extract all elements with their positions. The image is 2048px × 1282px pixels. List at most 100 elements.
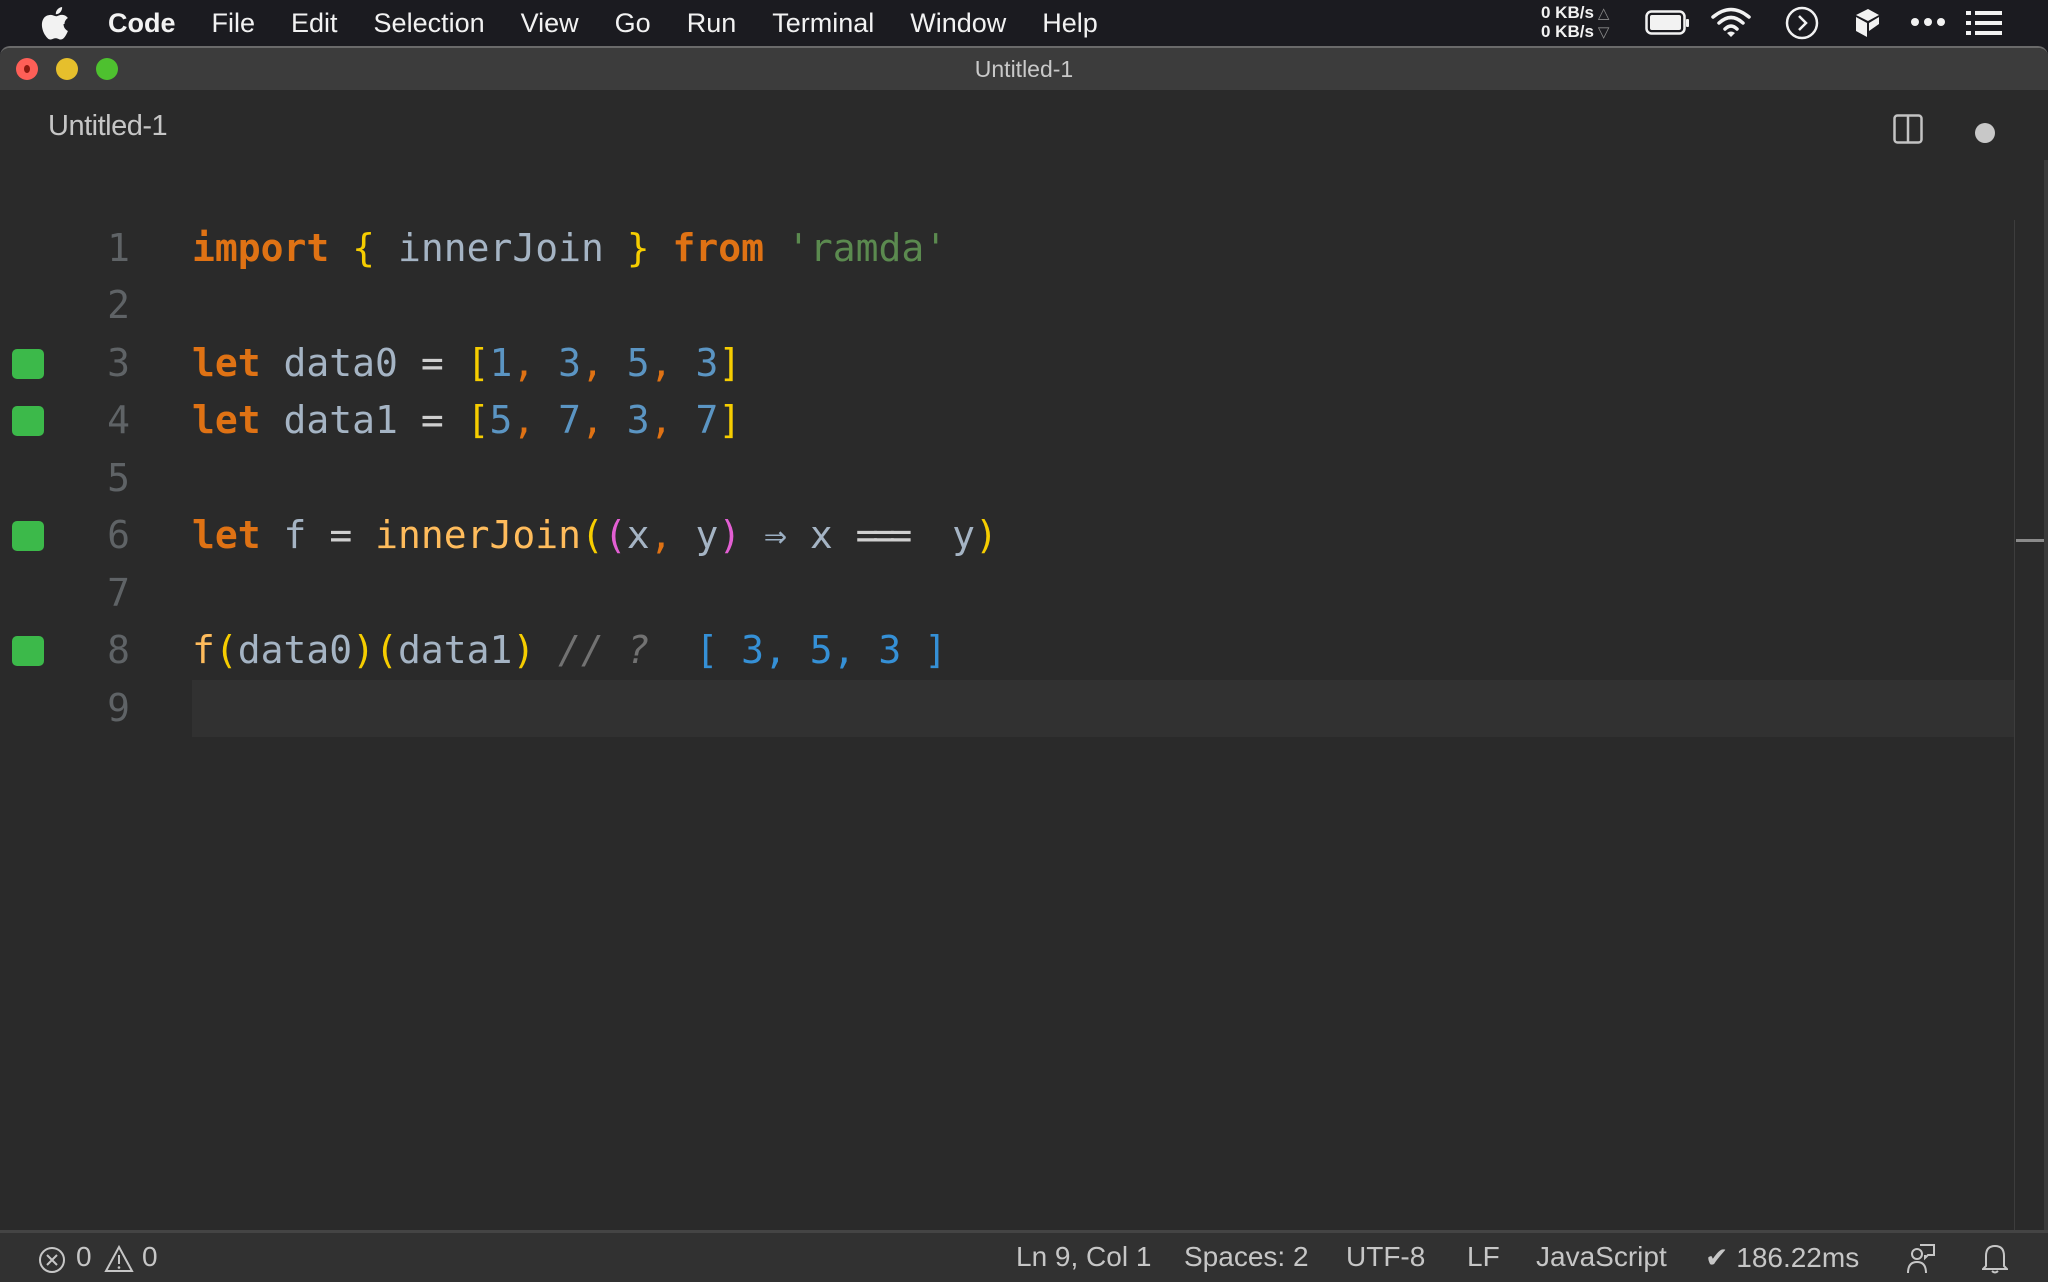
bracket: [ [466, 398, 490, 442]
file-encoding[interactable]: UTF-8 [1346, 1241, 1425, 1273]
apple-logo-icon[interactable] [40, 6, 70, 40]
number: 3 [695, 341, 719, 385]
line-content: f(data0)(data1) // ? [ 3, 5, 3 ] [192, 628, 948, 672]
number: 7 [558, 398, 582, 442]
cursor-position[interactable]: Ln 9, Col 1 [1016, 1241, 1151, 1273]
end-of-line[interactable]: LF [1467, 1241, 1500, 1273]
line-number: 4 [107, 398, 130, 442]
menu-edit[interactable]: Edit [291, 8, 338, 39]
current-line-highlight [192, 680, 2014, 737]
cube-icon[interactable] [1852, 6, 1882, 40]
menu-terminal[interactable]: Terminal [772, 8, 874, 39]
menu-run[interactable]: Run [687, 8, 737, 39]
code-line: 5 [0, 450, 2014, 507]
vscode-window: Untitled-1 Untitled-1 1 import { innerJo… [0, 46, 2048, 1282]
identifier: data0 [283, 341, 398, 385]
wifi-icon[interactable] [1710, 6, 1752, 38]
string-literal: 'ramda' [786, 226, 948, 270]
number: 1 [489, 341, 513, 385]
paren: ) [974, 513, 998, 557]
line-number: 8 [107, 628, 130, 672]
brace: { [352, 226, 376, 270]
operator: = [420, 398, 444, 442]
number: 7 [695, 398, 719, 442]
menu-app-code[interactable]: Code [108, 8, 176, 39]
line-number: 5 [107, 456, 130, 500]
identifier: y [952, 513, 975, 557]
code-editor[interactable]: 1 import { innerJoin } from 'ramda' 2 3 … [0, 160, 2014, 1230]
identifier: data1 [283, 398, 398, 442]
menu-view[interactable]: View [521, 8, 579, 39]
coverage-marker-icon [12, 521, 44, 551]
operator: = [329, 513, 353, 557]
network-speed-monitor[interactable]: 0 KB/s △ 0 KB/s ▽ [1541, 4, 1621, 42]
coverage-marker-icon [12, 406, 44, 436]
bracket: [ [466, 341, 490, 385]
strict-equal-operator: === [855, 513, 913, 557]
menu-window[interactable]: Window [910, 8, 1006, 39]
keyword: import [192, 226, 330, 270]
feedback-icon[interactable] [1906, 1243, 1936, 1275]
keyword: let [192, 513, 261, 557]
status-bar: 0 0 Ln 9, Col 1 Spaces: 2 UTF-8 LF JavaS… [0, 1230, 2048, 1282]
paren: ( [603, 513, 627, 557]
param: y [695, 513, 719, 557]
warning-count[interactable]: 0 [142, 1241, 158, 1273]
line-number: 1 [107, 226, 130, 270]
line-content: import { innerJoin } from 'ramda' [192, 220, 947, 277]
brace: } [626, 226, 650, 270]
identifier: x [809, 513, 833, 557]
function-name: innerJoin [375, 513, 581, 557]
upload-arrow-icon: △ [1597, 5, 1610, 22]
code-line: 4 let data1 = [5, 7, 3, 7] [0, 392, 2014, 449]
identifier: f [283, 513, 307, 557]
play-circle-icon[interactable] [1785, 6, 1819, 40]
split-editor-icon[interactable] [1893, 114, 1923, 144]
menu-go[interactable]: Go [615, 8, 651, 39]
quokka-timing[interactable]: ✔ 186.22ms [1705, 1241, 1859, 1274]
window-title: Untitled-1 [974, 56, 1074, 82]
error-icon[interactable] [38, 1246, 66, 1274]
overview-ruler[interactable] [2014, 220, 2047, 1270]
coverage-marker-icon [12, 349, 44, 379]
warning-icon[interactable] [104, 1245, 134, 1273]
error-count[interactable]: 0 [76, 1241, 92, 1273]
number: 3 [626, 398, 650, 442]
number: 5 [489, 398, 513, 442]
net-upload-speed: 0 KB/s [1541, 3, 1594, 22]
keyword: let [192, 341, 261, 385]
inline-result: [ 3, 5, 3 ] [695, 628, 948, 672]
unsaved-changes-dot-icon[interactable] [1975, 123, 1995, 143]
code-line: 6 let f = innerJoin((x, y) ⇒ x === y) [0, 507, 2014, 564]
paren: ( [581, 513, 604, 557]
code-line: 7 [0, 565, 2014, 622]
notifications-bell-icon[interactable] [1982, 1242, 2008, 1274]
bracket: ] [718, 398, 742, 442]
line-content: let data0 = [1, 3, 5, 3] [192, 341, 742, 385]
more-icon[interactable] [1910, 14, 1946, 30]
line-number: 7 [107, 571, 130, 615]
menu-file[interactable]: File [212, 8, 256, 39]
code-line: 3 let data0 = [1, 3, 5, 3] [0, 335, 2014, 392]
title-bar: Untitled-1 [0, 48, 2048, 90]
battery-icon[interactable] [1645, 10, 1691, 36]
number: 3 [558, 341, 582, 385]
editor-tab-bar: Untitled-1 [0, 90, 2048, 160]
keyword: from [672, 226, 765, 270]
line-content: let data1 = [5, 7, 3, 7] [192, 398, 742, 442]
menu-selection[interactable]: Selection [374, 8, 485, 39]
line-number: 6 [107, 513, 130, 557]
bracket: ] [718, 341, 742, 385]
identifier: data0 [237, 628, 353, 672]
indentation-setting[interactable]: Spaces: 2 [1184, 1241, 1309, 1273]
code-line: 2 [0, 277, 2014, 334]
download-arrow-icon: ▽ [1597, 24, 1610, 41]
macos-menu-bar: Code File Edit Selection View Go Run Ter… [0, 0, 2048, 46]
keyword: let [192, 398, 261, 442]
tab-untitled-1[interactable]: Untitled-1 [48, 110, 168, 143]
identifier: data1 [397, 628, 513, 672]
language-mode[interactable]: JavaScript [1536, 1241, 1667, 1273]
vertical-scrollbar[interactable] [2044, 160, 2048, 1276]
menu-help[interactable]: Help [1042, 8, 1098, 39]
list-icon[interactable] [1966, 10, 2002, 36]
